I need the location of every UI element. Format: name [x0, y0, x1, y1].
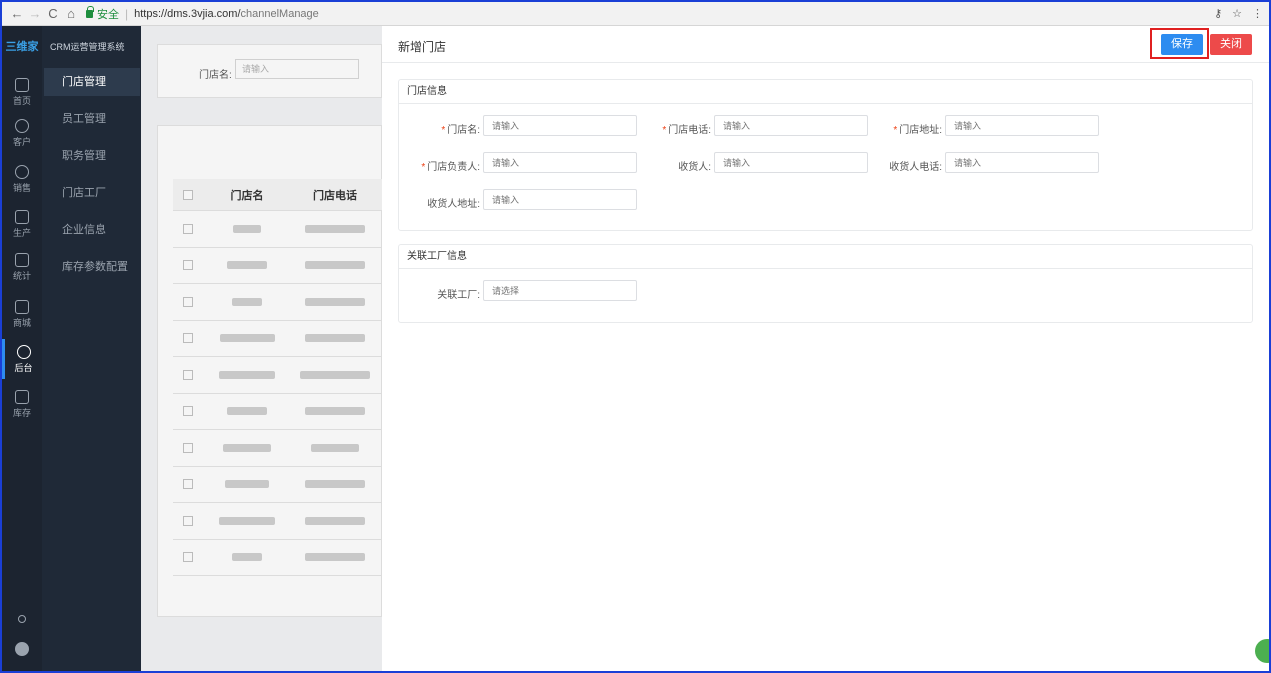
table-row[interactable] — [173, 540, 382, 576]
rail-item-customer[interactable]: 客户 — [2, 113, 42, 153]
column-header: 门店电话 — [313, 189, 357, 202]
receiver-address-input[interactable] — [483, 189, 637, 210]
url-host: https://dms.3vjia.com/ — [134, 7, 241, 20]
table-row[interactable] — [173, 503, 382, 540]
rail-item-sales[interactable]: 销售 — [2, 159, 42, 199]
row-checkbox[interactable] — [183, 479, 193, 490]
sidebar-rail: 首页 客户 销售 生产 统计 商城 后台 库存 — [2, 26, 42, 671]
row-checkbox[interactable] — [183, 296, 193, 307]
table-row[interactable] — [173, 284, 382, 321]
background-page: 门店名: 请输入 门店名 门店电话 — [141, 26, 382, 671]
url-path: channelManage — [240, 7, 319, 20]
sales-icon — [15, 164, 29, 179]
tools-icon — [15, 209, 29, 224]
drawer-header: 新增门店 保存 关闭 — [382, 26, 1269, 63]
rail-item-inventory[interactable]: 库存 — [2, 384, 42, 424]
subnav-position-manage[interactable]: 职务管理 — [44, 142, 140, 170]
row-checkbox[interactable] — [183, 406, 193, 417]
drawer-title: 新增门店 — [398, 40, 447, 54]
column-header: 门店名 — [230, 189, 264, 202]
store-icon — [15, 299, 29, 314]
row-checkbox[interactable] — [183, 333, 193, 344]
subnav-staff-manage[interactable]: 员工管理 — [44, 105, 140, 133]
table-row[interactable] — [173, 430, 382, 467]
store-table: 门店名 门店电话 — [173, 179, 382, 576]
row-checkbox[interactable] — [183, 223, 193, 234]
store-name-label: * 门店名: — [441, 125, 480, 136]
table-row[interactable] — [173, 357, 382, 394]
address-bar[interactable]: https://dms.3vjia.com/channelManage — [134, 8, 319, 20]
row-checkbox[interactable] — [183, 260, 193, 271]
bell-icon — [18, 615, 26, 623]
table-row[interactable] — [173, 321, 382, 357]
sub-navigation: CRM运营管理系统 门店管理 员工管理 职务管理 门店工厂 企业信息 库存参数配… — [42, 26, 141, 671]
home-icon — [15, 77, 29, 92]
receiver-phone-label: 收货人电话: — [889, 162, 942, 173]
rail-item-production[interactable]: 生产 — [2, 204, 42, 244]
browser-toolbar: ← → C ⌂ 安全 | https://dms.3vjia.com/chann… — [2, 2, 1269, 26]
star-icon[interactable]: ☆ — [1232, 7, 1242, 20]
rail-item-home[interactable]: 首页 — [2, 72, 42, 112]
receiver-input[interactable] — [714, 152, 868, 173]
row-checkbox[interactable] — [183, 369, 193, 380]
store-manager-label: * 门店负责人: — [421, 162, 480, 173]
row-checkbox[interactable] — [183, 442, 193, 453]
factory-info-section: 关联工厂信息 关联工厂: — [398, 244, 1253, 323]
search-label: 门店名: — [199, 70, 232, 81]
app-logo: 三维家 — [5, 41, 39, 53]
store-phone-input[interactable] — [714, 115, 868, 136]
subnav-store-manage[interactable]: 门店管理 — [44, 68, 140, 96]
store-name-input[interactable] — [483, 115, 637, 136]
save-button[interactable]: 保存 — [1161, 34, 1203, 55]
receiver-label: 收货人: — [678, 162, 711, 173]
section-title: 关联工厂信息 — [399, 245, 1252, 269]
store-phone-label: * 门店电话: — [662, 125, 711, 136]
rail-item-statistics[interactable]: 统计 — [2, 247, 42, 287]
home-browser-icon[interactable]: ⌂ — [62, 6, 80, 21]
table-header: 门店名 门店电话 — [173, 179, 382, 211]
row-checkbox[interactable] — [183, 552, 193, 563]
section-title: 门店信息 — [399, 80, 1252, 104]
search-input[interactable]: 请输入 — [235, 59, 359, 79]
row-checkbox[interactable] — [183, 515, 193, 526]
back-icon[interactable]: ← — [8, 6, 26, 21]
system-title: CRM运营管理系统 — [50, 42, 125, 52]
table-row[interactable] — [173, 211, 382, 248]
close-button[interactable]: 关闭 — [1210, 34, 1252, 55]
receiver-phone-input[interactable] — [945, 152, 1099, 173]
lock-icon — [86, 5, 94, 18]
secure-indicator[interactable]: 安全 — [86, 5, 119, 22]
factory-label: 关联工厂: — [437, 290, 480, 301]
store-address-input[interactable] — [945, 115, 1099, 136]
store-info-section: 门店信息 *门店名: *门店电话: *门店地址: *门店负责人: 收货人: 收货… — [398, 79, 1253, 231]
admin-icon — [16, 344, 31, 359]
user-icon — [15, 118, 29, 133]
rail-item-mall[interactable]: 商城 — [2, 294, 42, 334]
factory-select[interactable] — [483, 280, 637, 301]
reload-icon[interactable]: C — [44, 6, 62, 21]
document-icon — [15, 252, 29, 267]
select-all-checkbox[interactable] — [183, 189, 193, 200]
receiver-address-label: 收货人地址: — [427, 199, 480, 210]
store-manager-input[interactable] — [483, 152, 637, 173]
secure-label: 安全 — [97, 8, 119, 21]
store-address-label: * 门店地址: — [893, 125, 942, 136]
add-store-drawer: 新增门店 保存 关闭 门店信息 *门店名: *门店电话: *门店地址: *门店负… — [382, 26, 1269, 671]
rail-item-admin[interactable]: 后台 — [2, 339, 42, 379]
subnav-company-info[interactable]: 企业信息 — [44, 216, 140, 244]
avatar-icon — [15, 642, 29, 656]
user-avatar[interactable] — [2, 630, 42, 670]
subnav-store-factory[interactable]: 门店工厂 — [44, 179, 140, 207]
table-row[interactable] — [173, 467, 382, 503]
warehouse-icon — [15, 389, 29, 404]
table-row[interactable] — [173, 248, 382, 284]
key-icon[interactable]: ⚷ — [1214, 7, 1222, 20]
forward-icon[interactable]: → — [26, 6, 44, 21]
menu-icon[interactable]: ⋮ — [1252, 7, 1263, 20]
subnav-inventory-config[interactable]: 库存参数配置 — [44, 253, 140, 281]
table-row[interactable] — [173, 394, 382, 430]
